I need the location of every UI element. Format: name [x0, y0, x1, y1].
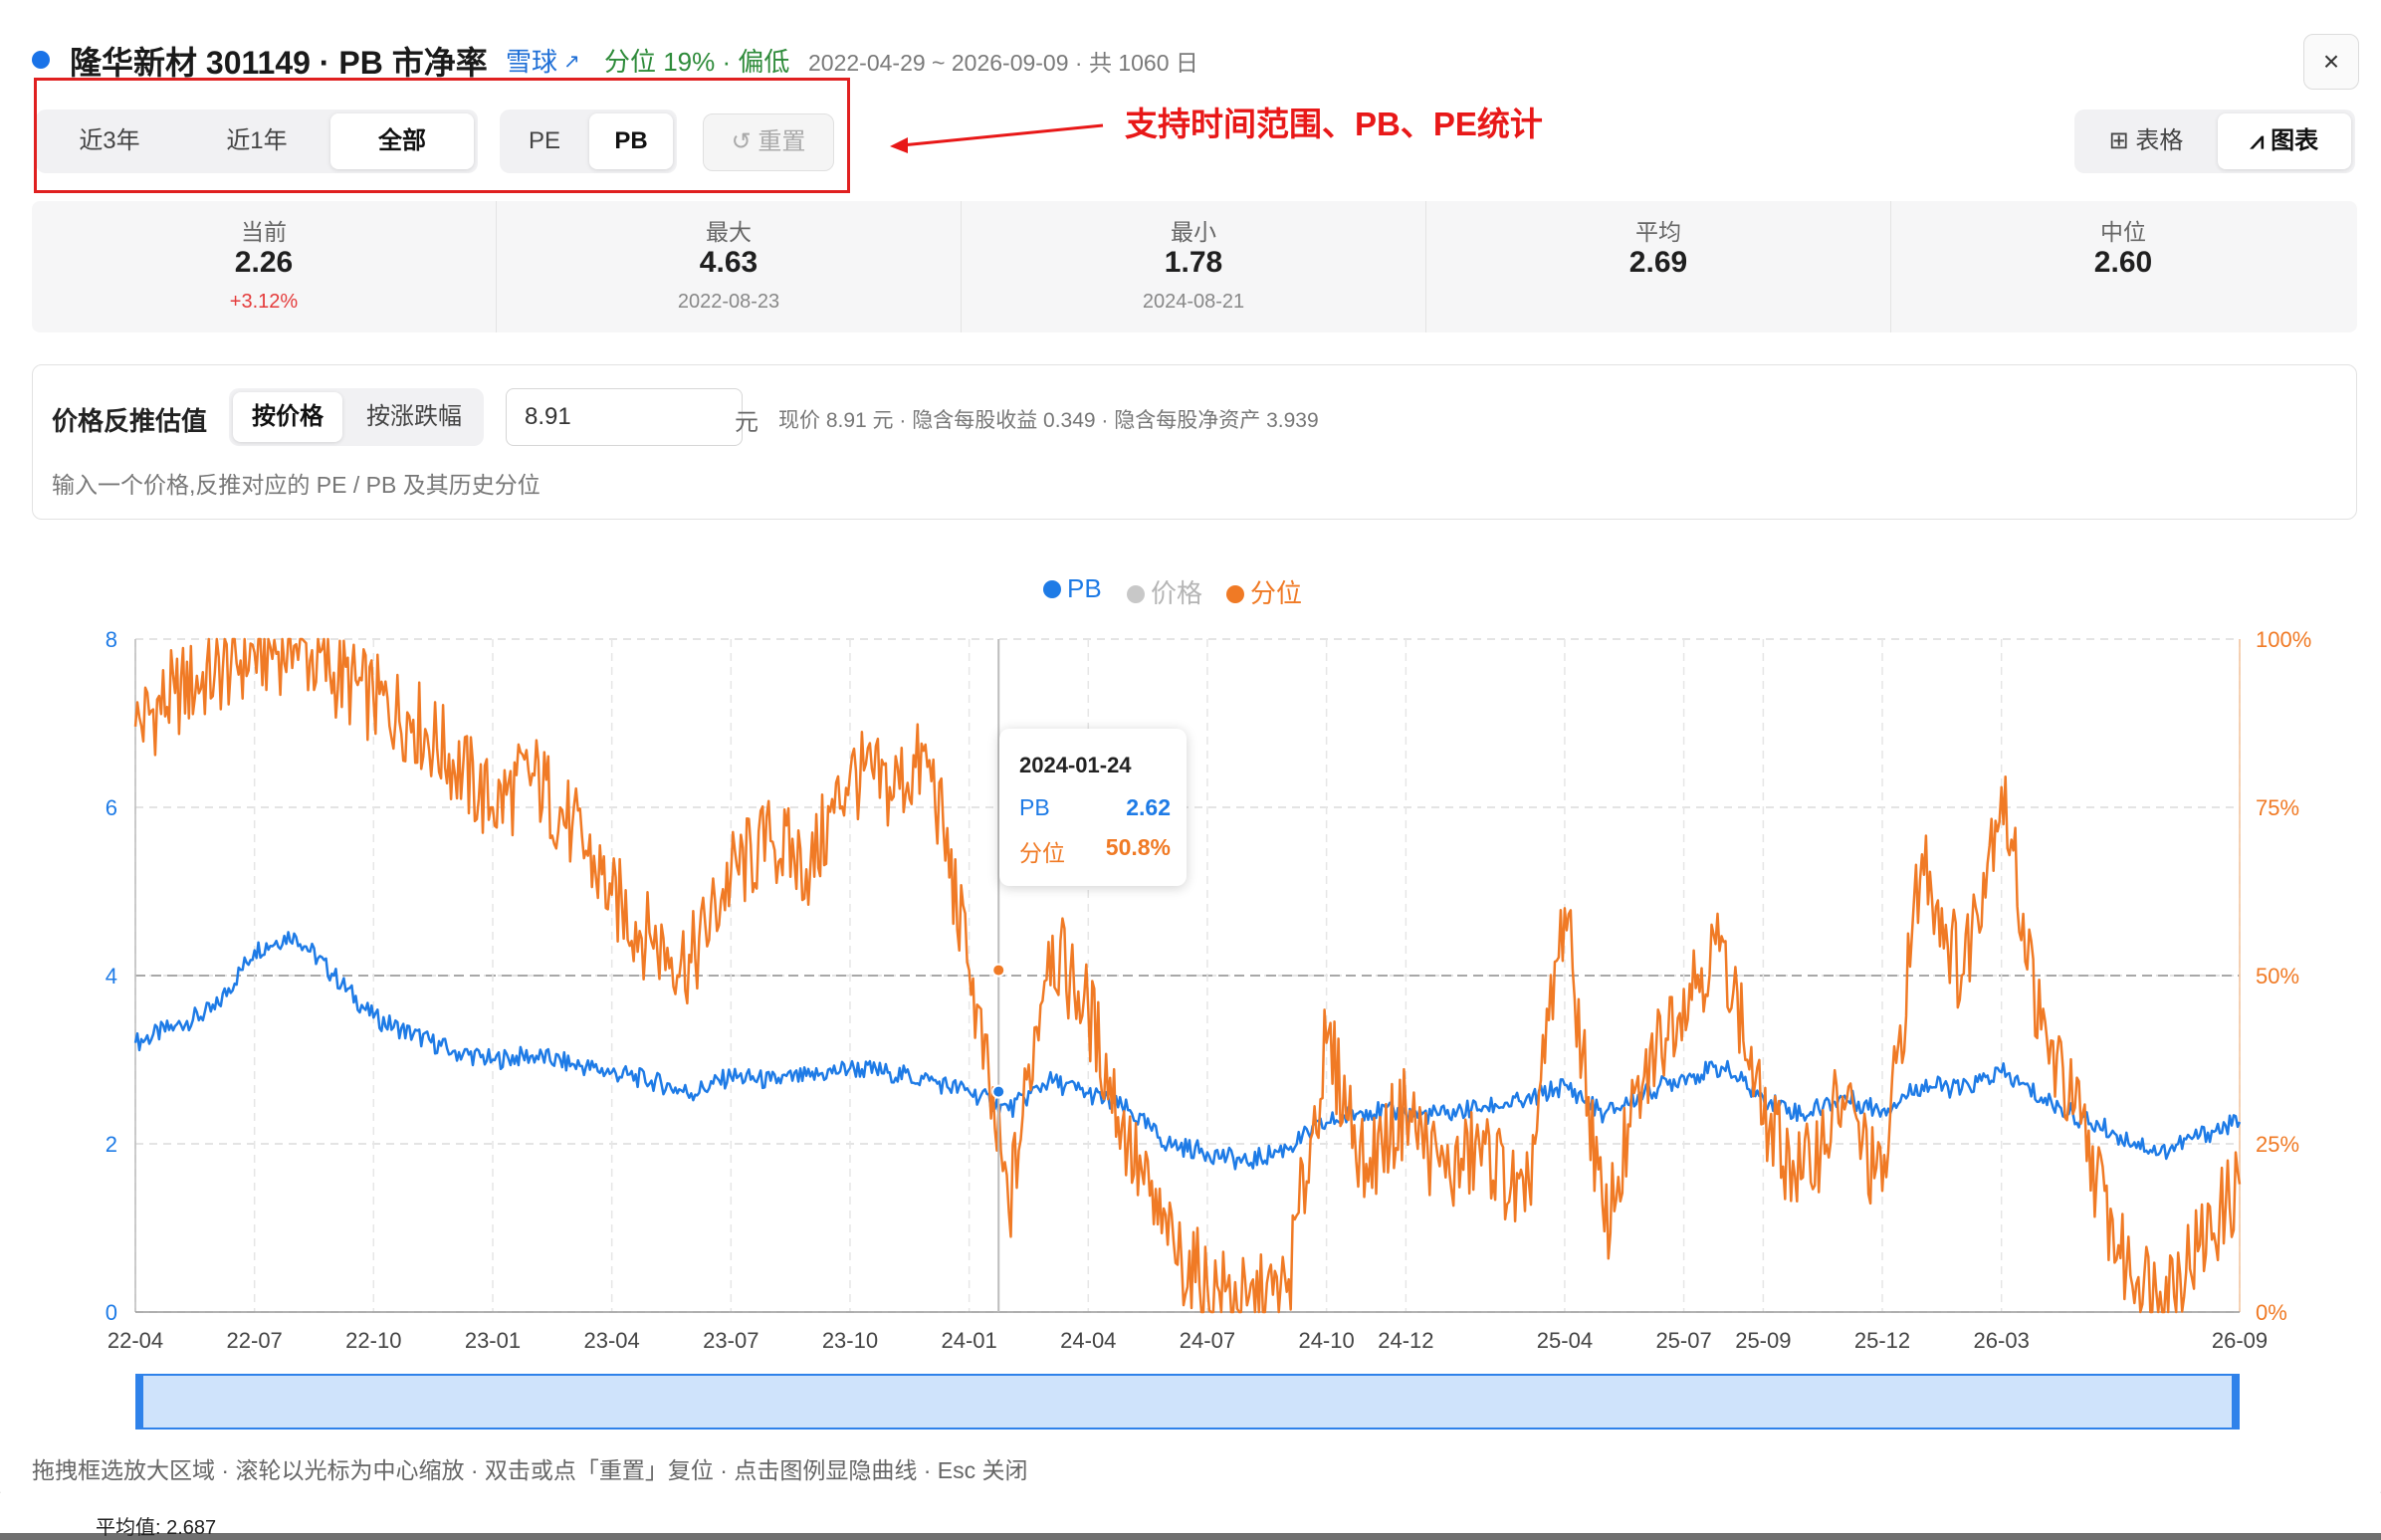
x-tick-label: 23-10	[822, 1328, 878, 1353]
cursor-point	[991, 963, 1006, 978]
pb-line-chart[interactable]: 0 2 4 6 8 0% 25% 50% 75% 100% 22-04 22-07 22-10 23-01…	[0, 0, 2381, 1374]
y-left-tick-label: 6	[106, 795, 117, 820]
series-line-pb	[133, 931, 2242, 1171]
x-tick-label: 25-04	[1537, 1328, 1593, 1353]
x-tick-label: 25-12	[1854, 1328, 1910, 1353]
y-right-tick-label: 25%	[2256, 1132, 2299, 1157]
x-tick-label: 25-07	[1655, 1328, 1711, 1353]
y-left-tick-label: 2	[106, 1132, 117, 1157]
x-tick-label: 24-12	[1378, 1328, 1433, 1353]
y-left-tick-label: 0	[106, 1300, 117, 1325]
y-right-tick-label: 100%	[2256, 627, 2311, 652]
x-tick-label: 24-04	[1060, 1328, 1116, 1353]
tooltip-key: 分位	[1019, 840, 1065, 866]
x-tick-label: 24-10	[1298, 1328, 1354, 1353]
slider-handle-right[interactable]	[2232, 1374, 2240, 1430]
background-average-text: 平均值: 2.687	[96, 1517, 217, 1539]
x-tick-label: 25-09	[1735, 1328, 1791, 1353]
x-tick-label: 26-03	[1974, 1328, 2030, 1353]
tooltip-date: 2024-01-24	[1019, 753, 1132, 777]
x-tick-label: 23-04	[584, 1328, 640, 1353]
zoom-range-slider[interactable]	[135, 1374, 2240, 1430]
x-tick-label: 26-09	[2212, 1328, 2268, 1353]
footer-hint: 拖拽框选放大区域 · 滚轮以光标为中心缩放 · 双击或点「重置」复位 · 点击图…	[32, 1457, 1028, 1483]
pb-chart-modal: 隆华新材 301149 · PB 市净率 雪球 ↗ 分位 19% · 偏低 20…	[0, 0, 2381, 1513]
x-tick-label: 23-07	[703, 1328, 758, 1353]
tooltip-key: PB	[1019, 794, 1050, 820]
x-tick-label: 22-07	[227, 1328, 283, 1353]
chart-tooltip: 2024-01-24 PB 2.62 分位 50.8%	[999, 729, 1187, 886]
y-left-tick-label: 8	[106, 627, 117, 652]
y-left-tick-label: 4	[106, 964, 117, 989]
cursor-point	[991, 1084, 1006, 1099]
y-right-tick-label: 0%	[2256, 1300, 2287, 1325]
tooltip-value: 2.62	[1126, 794, 1171, 820]
y-right-tick-label: 50%	[2256, 964, 2299, 989]
y-right-tick-label: 75%	[2256, 795, 2299, 820]
x-tick-label: 22-04	[108, 1328, 163, 1353]
slider-handle-left[interactable]	[135, 1374, 143, 1430]
x-tick-label: 24-07	[1180, 1328, 1235, 1353]
x-tick-label: 24-01	[941, 1328, 996, 1353]
x-tick-label: 23-01	[465, 1328, 521, 1353]
x-tick-label: 22-10	[345, 1328, 401, 1353]
tooltip-value: 50.8%	[1105, 834, 1171, 860]
